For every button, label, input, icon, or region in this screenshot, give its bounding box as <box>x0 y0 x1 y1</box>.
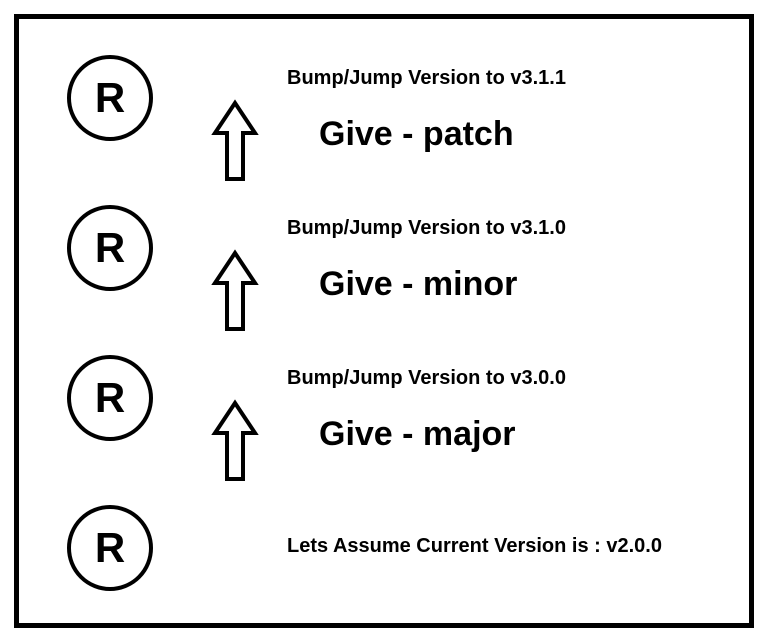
assume-current-version-label: Lets Assume Current Version is : v2.0.0 <box>287 535 662 558</box>
diagram-frame: R R R R Bump/Jump Version to v3.1.1 Give… <box>14 14 754 628</box>
bump-version-label: Bump/Jump Version to v3.1.0 <box>287 217 566 240</box>
node-letter: R <box>95 227 125 269</box>
release-node: R <box>67 505 153 591</box>
release-node: R <box>67 355 153 441</box>
release-node: R <box>67 55 153 141</box>
node-letter: R <box>95 377 125 419</box>
give-bump-type-label: Give - major <box>319 415 516 454</box>
node-letter: R <box>95 77 125 119</box>
give-bump-type-label: Give - minor <box>319 265 517 304</box>
arrow-up-icon <box>211 399 259 487</box>
release-node: R <box>67 205 153 291</box>
arrow-up-icon <box>211 249 259 337</box>
arrow-up-icon <box>211 99 259 187</box>
node-letter: R <box>95 527 125 569</box>
bump-version-label: Bump/Jump Version to v3.0.0 <box>287 367 566 390</box>
give-bump-type-label: Give - patch <box>319 115 514 154</box>
bump-version-label: Bump/Jump Version to v3.1.1 <box>287 67 566 90</box>
